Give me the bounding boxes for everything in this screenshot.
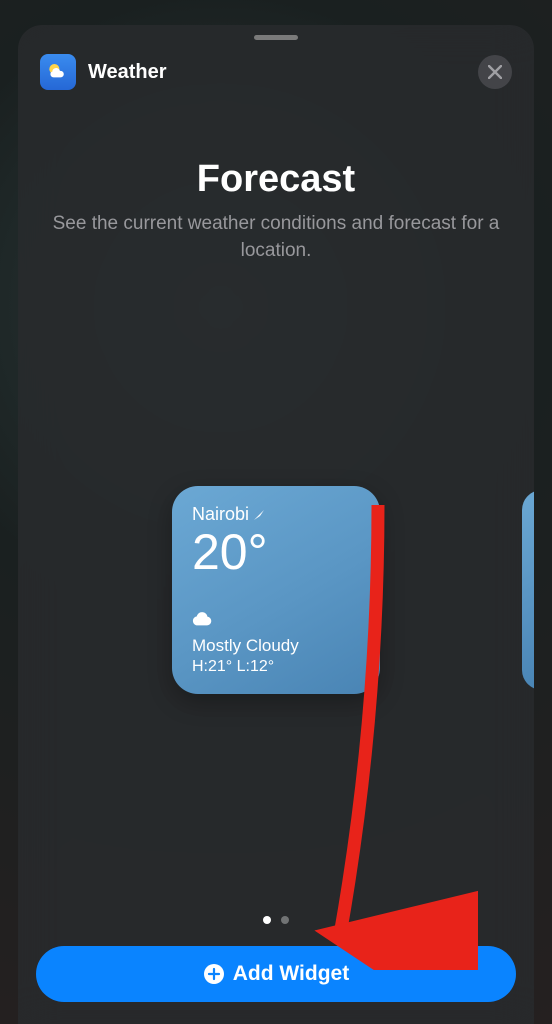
page-dot-2[interactable] <box>281 916 289 924</box>
location-arrow-icon <box>253 509 265 521</box>
widget-high-low: H:21° L:12° <box>192 658 360 676</box>
page-indicator <box>18 916 534 946</box>
widget-condition: Mostly Cloudy <box>192 636 360 656</box>
sheet-header: Weather <box>18 40 534 102</box>
close-button[interactable] <box>478 55 512 89</box>
weather-app-icon <box>40 54 76 90</box>
cloud-icon <box>192 611 360 632</box>
weather-widget-preview: Nairobi 20° Mostly Cloudy H:21° L:12° <box>172 486 380 694</box>
widget-subtitle: See the current weather conditions and f… <box>38 211 514 264</box>
next-widget-peek[interactable] <box>522 490 534 690</box>
title-block: Forecast See the current weather conditi… <box>18 102 534 264</box>
widget-location-row: Nairobi <box>192 504 360 525</box>
add-widget-button[interactable]: Add Widget <box>36 946 516 1002</box>
widget-title: Forecast <box>38 158 514 201</box>
app-name-label: Weather <box>88 61 167 84</box>
widget-selection-sheet: Weather Forecast See the current weather… <box>18 25 534 1024</box>
plus-circle-icon <box>203 963 225 985</box>
widget-location-label: Nairobi <box>192 504 249 525</box>
widget-temperature: 20° <box>192 527 360 577</box>
page-dot-1[interactable] <box>263 916 271 924</box>
add-widget-label: Add Widget <box>233 962 349 986</box>
widget-preview-area[interactable]: Nairobi 20° Mostly Cloudy H:21° L:12° <box>18 264 534 916</box>
close-icon <box>488 65 502 79</box>
